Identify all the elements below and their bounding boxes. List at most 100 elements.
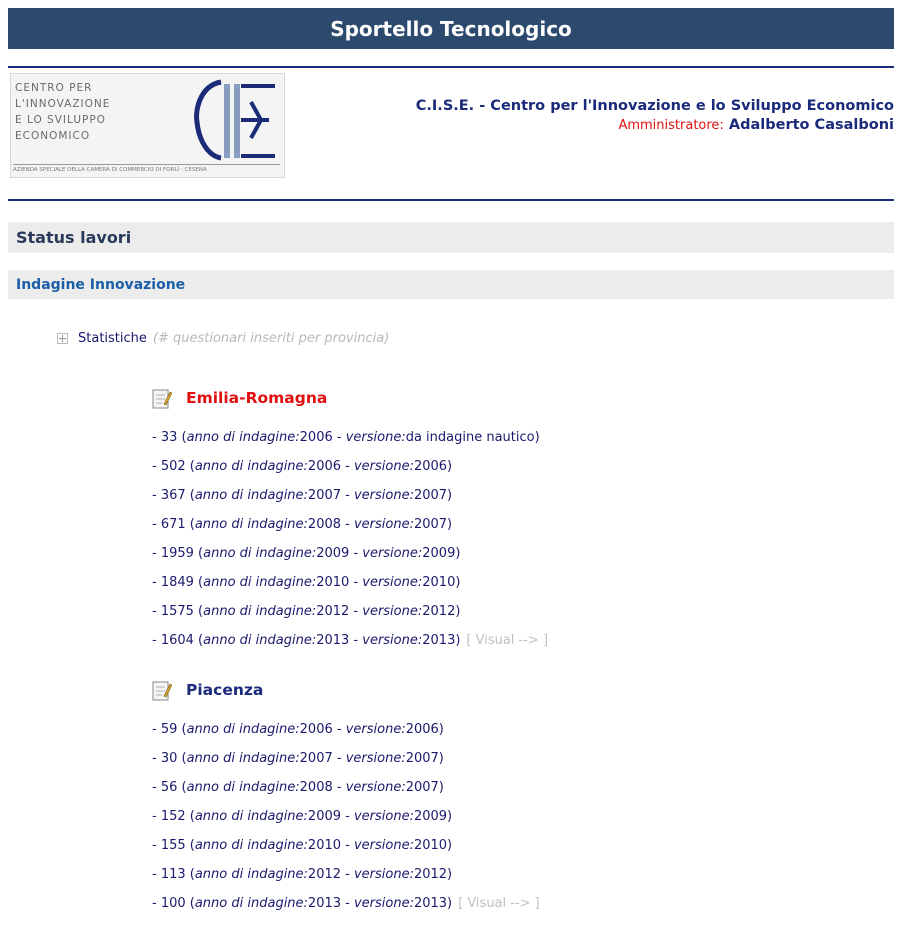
anno-value: 2007 - [307,488,354,503]
region-name[interactable]: Piacenza [186,681,263,699]
region-piacenza[interactable]: Piacenza [152,679,263,701]
anno-label: anno di indagine: [194,809,308,824]
count-row: - 100 (anno di indagine:2013 - versione:… [152,889,540,918]
anno-value: 2006 - [307,459,354,474]
row-count: - 502 ( [152,459,195,474]
count-row: - 1959 (anno di indagine:2009 - versione… [152,539,548,568]
logo-line: ECONOMICO [15,130,91,142]
versione-label: versione: [353,517,414,532]
versione-value: 2012) [422,604,461,619]
count-row: - 30 (anno di indagine:2007 - versione:2… [152,744,540,773]
anno-label: anno di indagine: [186,780,300,795]
anno-value: 2009 - [316,546,363,561]
count-row: - 1849 (anno di indagine:2010 - versione… [152,568,548,597]
row-count: - 56 ( [152,780,187,795]
versione-value: da indagine nautico) [405,430,540,445]
anno-label: anno di indagine: [203,546,317,561]
versione-value: 2007) [405,780,444,795]
row-count: - 1849 ( [152,575,204,590]
notepad-icon [152,679,173,701]
row-count: - 152 ( [152,809,195,824]
versione-label: versione: [362,546,423,561]
versione-value: 2010) [422,575,461,590]
versione-label: versione: [362,633,423,648]
versione-label: versione: [362,575,423,590]
indagine-link[interactable]: Indagine Innovazione [16,277,185,293]
logo-line: CENTRO PER [15,82,93,94]
anno-label: anno di indagine: [194,459,308,474]
anno-label: anno di indagine: [194,838,308,853]
visual-link[interactable]: [ Visual --> ] [466,633,548,648]
anno-value: 2007 - [299,751,346,766]
notepad-icon [152,387,173,409]
row-count: - 113 ( [152,867,195,882]
indagine-section-header[interactable]: Indagine Innovazione [8,270,894,299]
emilia-romagna-list: - 33 (anno di indagine:2006 - versione:d… [152,423,548,655]
anno-value: 2013 - [307,896,354,911]
statistiche-tree-node[interactable]: Statistiche (# questionari inseriti per … [57,331,389,346]
anno-label: anno di indagine: [203,604,317,619]
versione-value: 2009) [422,546,461,561]
count-row: - 1604 (anno di indagine:2013 - versione… [152,626,548,655]
admin-name: Adalberto Casalboni [728,117,894,133]
count-row: - 671 (anno di indagine:2008 - versione:… [152,510,548,539]
count-row: - 59 (anno di indagine:2006 - versione:2… [152,715,540,744]
versione-label: versione: [353,896,414,911]
anno-value: 2010 - [307,838,354,853]
app-title-bar: Sportello Tecnologico [8,8,894,49]
header-divider [8,66,894,68]
versione-label: versione: [345,780,406,795]
anno-label: anno di indagine: [186,722,300,737]
count-row: - 155 (anno di indagine:2010 - versione:… [152,831,540,860]
app-title: Sportello Tecnologico [330,16,572,41]
anno-label: anno di indagine: [186,430,300,445]
versione-label: versione: [353,459,414,474]
anno-value: 2012 - [316,604,363,619]
row-count: - 367 ( [152,488,195,503]
count-row: - 56 (anno di indagine:2008 - versione:2… [152,773,540,802]
anno-value: 2008 - [299,780,346,795]
count-row: - 152 (anno di indagine:2009 - versione:… [152,802,540,831]
count-row: - 33 (anno di indagine:2006 - versione:d… [152,423,548,452]
region-name[interactable]: Emilia-Romagna [186,389,327,407]
status-section-header: Status lavori [8,222,894,253]
anno-value: 2009 - [307,809,354,824]
anno-label: anno di indagine: [194,867,308,882]
anno-value: 2006 - [299,722,346,737]
expand-plus-icon[interactable] [57,333,68,344]
org-info: C.I.S.E. - Centro per l'Innovazione e lo… [416,97,894,135]
admin-line: Amministratore: Adalberto Casalboni [416,116,894,135]
anno-value: 2008 - [307,517,354,532]
versione-value: 2007) [405,751,444,766]
row-count: - 671 ( [152,517,195,532]
header-bottom-divider [8,199,894,201]
versione-label: versione: [353,838,414,853]
anno-label: anno di indagine: [203,633,317,648]
cise-logo: CENTRO PER L'INNOVAZIONE E LO SVILUPPO E… [10,73,285,178]
logo-footer: AZIENDA SPECIALE DELLA CAMERA DI COMMERC… [13,164,280,175]
visual-link[interactable]: [ Visual --> ] [458,896,540,911]
count-row: - 1575 (anno di indagine:2012 - versione… [152,597,548,626]
anno-value: 2010 - [316,575,363,590]
cise-mark-icon [194,79,275,161]
status-title: Status lavori [16,228,132,247]
versione-label: versione: [353,488,414,503]
role-colon: : [719,118,724,133]
row-count: - 1959 ( [152,546,204,561]
count-row: - 113 (anno di indagine:2012 - versione:… [152,860,540,889]
count-row: - 502 (anno di indagine:2006 - versione:… [152,452,548,481]
versione-value: 2013) [422,633,461,648]
versione-value: 2007) [413,488,453,503]
versione-value: 2006) [413,459,453,474]
versione-label: versione: [353,867,414,882]
role-label: Amministratore [618,118,720,133]
statistiche-label[interactable]: Statistiche [78,331,147,346]
anno-label: anno di indagine: [194,896,308,911]
anno-value: 2006 - [299,430,346,445]
versione-label: versione: [362,604,423,619]
region-emilia-romagna[interactable]: Emilia-Romagna [152,387,327,409]
versione-label: versione: [353,809,414,824]
anno-label: anno di indagine: [194,488,308,503]
versione-value: 2007) [413,517,453,532]
versione-value: 2012) [413,867,453,882]
